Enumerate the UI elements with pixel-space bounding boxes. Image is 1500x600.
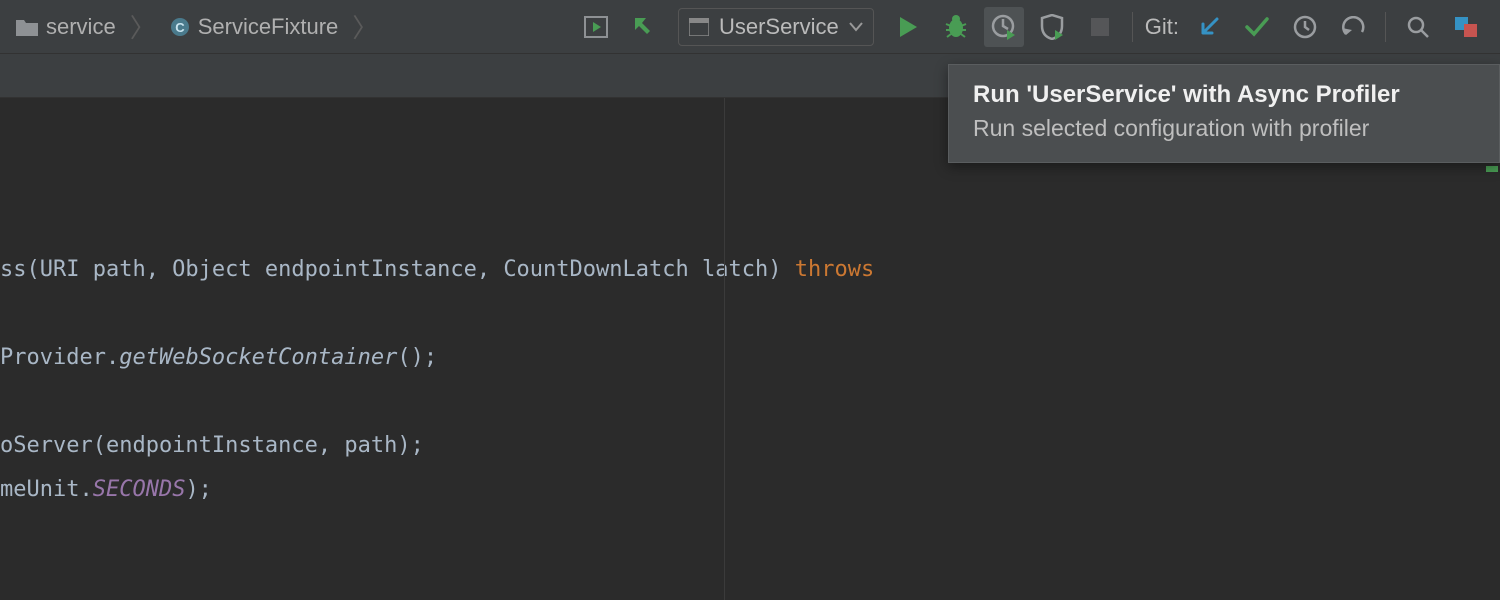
main-toolbar: service 〉 C ServiceFixture 〉 UserService… — [0, 0, 1500, 54]
build-button[interactable] — [624, 7, 664, 47]
run-configuration-dropdown[interactable]: UserService — [678, 8, 874, 46]
hammer-icon — [631, 14, 657, 40]
application-icon — [689, 18, 709, 36]
breadcrumb: service 〉 C ServiceFixture 〉 — [10, 8, 380, 45]
code-line — [0, 292, 1500, 336]
layers-icon — [1454, 16, 1478, 38]
stop-button[interactable] — [1080, 7, 1120, 47]
code-line: meUnit.SECONDS); — [0, 468, 1500, 512]
breadcrumb-label: ServiceFixture — [198, 14, 339, 40]
code-line — [0, 380, 1500, 424]
git-revert-button[interactable] — [1333, 7, 1373, 47]
build-project-button[interactable] — [576, 7, 616, 47]
code-line: ss(URI path, Object endpointInstance, Co… — [0, 248, 1500, 292]
chevron-down-icon — [849, 22, 863, 32]
checkmark-icon — [1244, 16, 1270, 38]
bug-icon — [943, 14, 969, 40]
git-update-button[interactable] — [1189, 7, 1229, 47]
play-box-icon — [584, 16, 608, 38]
breadcrumb-service[interactable]: service — [10, 12, 122, 42]
profile-button[interactable] — [984, 7, 1024, 47]
undo-icon — [1340, 16, 1366, 38]
arrow-down-left-icon — [1197, 15, 1221, 39]
margin-guide — [724, 98, 725, 600]
project-structure-button[interactable] — [1446, 7, 1486, 47]
coverage-button[interactable] — [1032, 7, 1072, 47]
play-icon — [897, 15, 919, 39]
code-line: oServer(endpointInstance, path); — [0, 424, 1500, 468]
breadcrumb-label: service — [46, 14, 116, 40]
clock-icon — [1293, 15, 1317, 39]
shield-icon — [1040, 14, 1064, 40]
git-label: Git: — [1145, 14, 1179, 40]
svg-text:C: C — [175, 20, 185, 35]
debug-button[interactable] — [936, 7, 976, 47]
folder-icon — [16, 18, 38, 36]
inspection-indicator[interactable] — [1486, 166, 1498, 172]
stop-icon — [1090, 17, 1110, 37]
breadcrumb-servicefixture[interactable]: C ServiceFixture — [164, 12, 345, 42]
code-line: Provider.getWebSocketContainer(); — [0, 336, 1500, 380]
tooltip-title: Run 'UserService' with Async Profiler — [973, 81, 1475, 109]
search-button[interactable] — [1398, 7, 1438, 47]
git-history-button[interactable] — [1285, 7, 1325, 47]
run-config-label: UserService — [719, 14, 839, 40]
class-icon: C — [170, 17, 190, 37]
tooltip-description: Run selected configuration with profiler — [973, 115, 1475, 142]
run-button[interactable] — [888, 7, 928, 47]
git-commit-button[interactable] — [1237, 7, 1277, 47]
toolbar-divider — [1132, 12, 1133, 42]
action-tooltip: Run 'UserService' with Async Profiler Ru… — [948, 64, 1500, 163]
search-icon — [1406, 15, 1430, 39]
profiler-icon — [991, 14, 1017, 40]
toolbar-divider — [1385, 12, 1386, 42]
code-editor[interactable]: ss(URI path, Object endpointInstance, Co… — [0, 98, 1500, 600]
chevron-right-icon: 〉 — [350, 8, 380, 45]
chevron-right-icon: 〉 — [128, 8, 158, 45]
